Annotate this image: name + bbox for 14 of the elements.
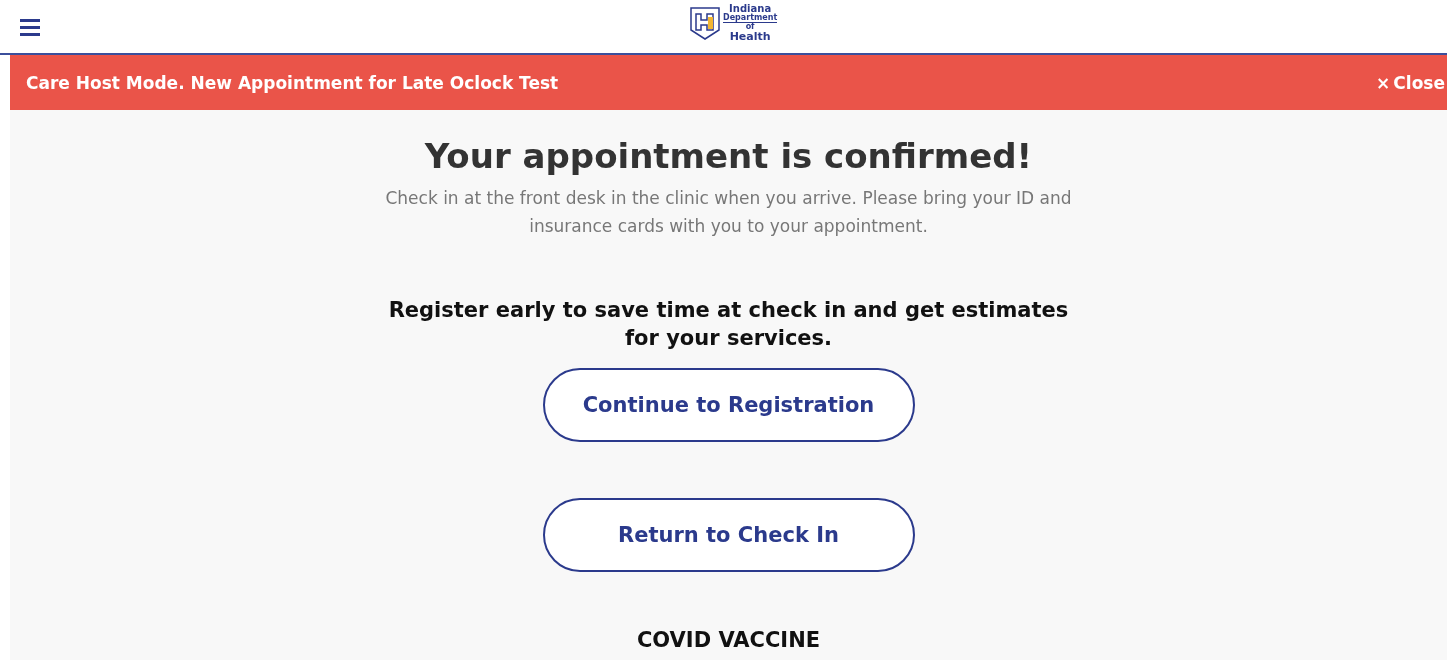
banner-message: Care Host Mode. New Appointment for Late Oclock Test	[26, 72, 559, 93]
logo-text: Indiana	[729, 4, 772, 14]
register-prompt: Register early to save time at check in and get estimates for your services.	[387, 297, 1070, 352]
menu-button[interactable]	[20, 17, 40, 36]
service-heading: COVID VACCINE	[636, 628, 821, 652]
close-button[interactable]: × Close	[1376, 72, 1447, 93]
menu-icon	[20, 17, 40, 36]
logo-text: Department	[723, 14, 778, 22]
logo-text: Health	[729, 31, 771, 42]
shield-icon	[690, 6, 720, 40]
page-title: Your appointment is confirmed!	[424, 136, 1033, 176]
instructions-text: Check in at the front desk in the clinic when you arrive. Please bring your ID and insurance cards with you to your appointment.	[384, 187, 1073, 238]
registration-button[interactable]: Continue to Registration	[542, 368, 915, 442]
check-in-button[interactable]: Return to Check In	[542, 498, 915, 572]
